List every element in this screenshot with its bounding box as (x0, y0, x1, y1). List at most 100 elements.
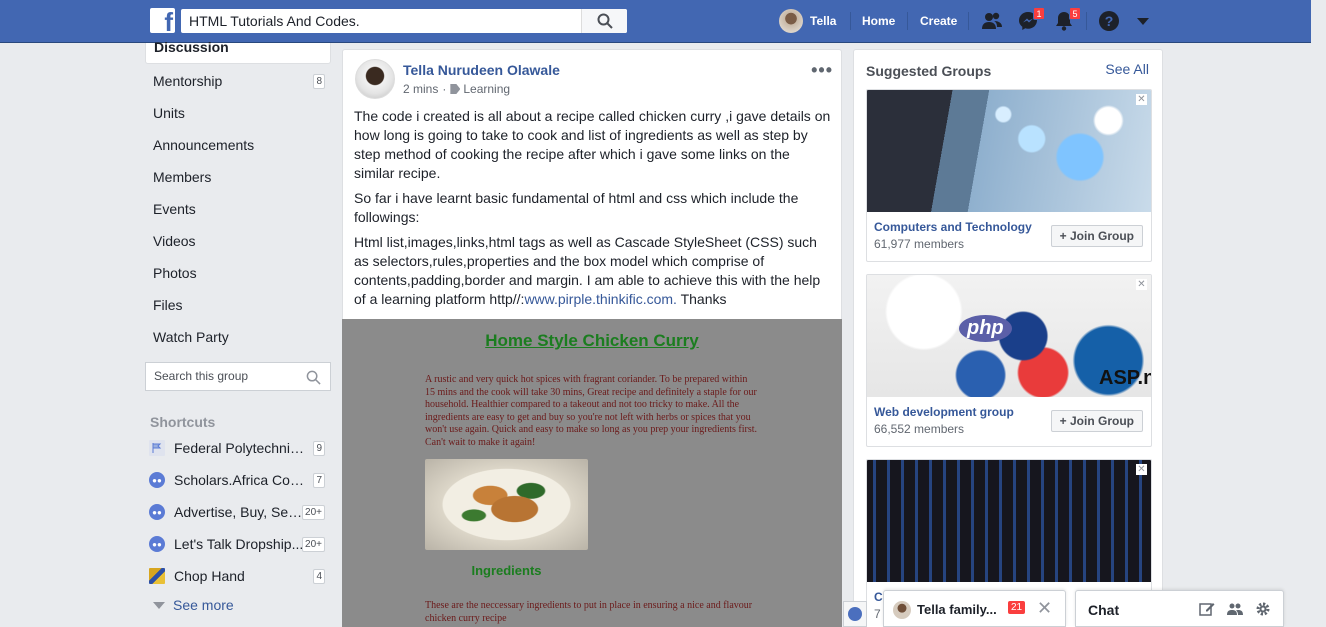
shortcut-label: Federal Polytechnic ... (174, 440, 304, 456)
join-group-button[interactable]: + Join Group (1050, 225, 1143, 247)
chat-tab[interactable]: Tella family... 21 ✕ (883, 590, 1066, 627)
group-card: ✕ Computers and Technology 61,977 member… (866, 89, 1152, 262)
friend-requests-icon[interactable] (981, 10, 1003, 32)
group-cover-image[interactable]: php ASP.ne ✕ (867, 275, 1151, 397)
home-link[interactable]: Home (862, 14, 895, 28)
avatar (893, 601, 911, 619)
shortcut-label: Chop Hand (174, 568, 245, 584)
shortcut-label: Scholars.Africa Com... (174, 472, 304, 488)
count-badge: 9 (313, 441, 325, 456)
search-input[interactable]: HTML Tutorials And Codes. (189, 13, 360, 29)
sidebar-item-events[interactable]: Events (145, 193, 331, 225)
php-logo: php (959, 315, 1012, 342)
post-paragraph: So far i have learnt basic fundamental o… (354, 190, 799, 225)
help-icon[interactable]: ? (1098, 10, 1120, 32)
group-name[interactable]: C (874, 590, 883, 604)
more-options-icon[interactable]: ••• (811, 60, 833, 81)
recipe-title[interactable]: Home Style Chicken Curry (342, 331, 842, 351)
sidebar-item-watch-party[interactable]: Watch Party (145, 321, 331, 353)
profile-link[interactable]: Tella (779, 9, 836, 33)
sidebar-item-label: Members (153, 169, 212, 185)
sidebar-item-announcements[interactable]: Announcements (145, 129, 331, 161)
count-badge: 20+ (302, 537, 325, 552)
notifications-icon[interactable]: 5 (1053, 7, 1081, 32)
messenger-icon[interactable]: 1 (1017, 7, 1045, 32)
svg-text:?: ? (1105, 13, 1114, 29)
sidebar-item-label: Files (153, 297, 183, 313)
chat-sidebar-bar[interactable]: Chat (1075, 590, 1284, 627)
group-cover-image[interactable]: ✕ (867, 90, 1151, 212)
ingredients-heading: Ingredients (471, 563, 542, 578)
post-body: The code i created is all about a recipe… (354, 107, 834, 315)
facebook-logo-icon[interactable]: f (150, 8, 175, 35)
shortcut-item[interactable]: ●● Let's Talk Dropship... 20+ (149, 533, 331, 555)
account-menu-chevron-icon[interactable] (1136, 10, 1158, 32)
post-time[interactable]: 2 mins (403, 82, 438, 96)
settings-gear-icon[interactable] (1255, 601, 1271, 617)
group-member-count: 66,552 members (874, 422, 965, 436)
sidebar-item-label: Watch Party (153, 329, 229, 345)
shortcut-item[interactable]: Chop Hand 4 (149, 565, 331, 587)
search-button[interactable] (581, 9, 627, 33)
sidebar-item-videos[interactable]: Videos (145, 225, 331, 257)
post-author[interactable]: Tella Nurudeen Olawale (403, 62, 560, 78)
unread-count-badge: 21 (1008, 601, 1026, 614)
close-icon[interactable]: ✕ (1037, 598, 1052, 619)
divider (907, 12, 908, 30)
notifications-badge: 5 (1069, 7, 1081, 20)
group-navigation: Discussion Mentorship 8 Units Announcemen… (145, 40, 331, 353)
meta-separator: · (442, 82, 447, 96)
sidebar-item-label: Events (153, 201, 196, 217)
new-message-icon[interactable] (1199, 601, 1215, 617)
create-link[interactable]: Create (920, 14, 957, 28)
author-avatar[interactable] (355, 59, 395, 99)
feed-post: Tella Nurudeen Olawale 2 mins · Learning… (342, 49, 842, 627)
sidebar-item-discussion[interactable]: Discussion (145, 40, 331, 64)
sidebar-item-members[interactable]: Members (145, 161, 331, 193)
group-icon: ●● (149, 504, 165, 520)
chat-tab-name: Tella family... (917, 602, 997, 617)
post-topic[interactable]: Learning (463, 82, 510, 96)
language-globe-icon[interactable] (843, 601, 867, 627)
see-all-link[interactable]: See All (1105, 61, 1149, 77)
count-badge: 8 (313, 74, 325, 89)
search-icon[interactable] (306, 370, 321, 385)
group-name[interactable]: Web development group (874, 405, 1014, 419)
group-card: php ASP.ne ✕ Web development group 66,55… (866, 274, 1152, 447)
close-icon[interactable]: ✕ (1136, 464, 1147, 475)
messages-badge: 1 (1033, 7, 1045, 20)
join-group-button[interactable]: + Join Group (1050, 410, 1143, 432)
recipe-intro: A rustic and very quick hot spices with … (425, 374, 758, 448)
count-badge: 20+ (302, 505, 325, 520)
close-icon[interactable]: ✕ (1136, 94, 1147, 105)
group-name[interactable]: Computers and Technology (874, 220, 1032, 234)
flag-icon (149, 440, 165, 456)
sidebar-item-units[interactable]: Units (145, 97, 331, 129)
divider (850, 12, 851, 30)
group-search-input[interactable] (154, 369, 304, 383)
top-navigation-bar: f HTML Tutorials And Codes. Tella Home C… (0, 0, 1311, 43)
shortcut-item[interactable]: ●● Scholars.Africa Com... 7 (149, 469, 331, 491)
close-icon[interactable]: ✕ (1136, 279, 1147, 290)
post-link[interactable]: www.pirple.thinkific.com. (524, 291, 677, 307)
chevron-down-icon (153, 601, 165, 609)
sidebar-item-mentorship[interactable]: Mentorship 8 (145, 65, 331, 97)
ingredients-text: These are the neccessary ingredients to … (425, 600, 753, 624)
sidebar-item-label: Photos (153, 265, 197, 281)
sidebar-item-files[interactable]: Files (145, 289, 331, 321)
see-more-label: See more (173, 597, 234, 613)
sidebar-item-photos[interactable]: Photos (145, 257, 331, 289)
see-more-link[interactable]: See more (153, 597, 234, 613)
shared-page-preview[interactable]: Home Style Chicken Curry A rustic and ve… (342, 319, 842, 627)
create-group-icon[interactable] (1227, 601, 1243, 617)
group-cover-image[interactable]: ✕ (867, 460, 1151, 582)
post-paragraph: Html list,images,links,html tags as well… (354, 233, 834, 309)
shortcut-item[interactable]: ●● Advertise, Buy, Sell... 20+ (149, 501, 331, 523)
post-text: Thanks (676, 291, 727, 307)
shortcut-item[interactable]: Federal Polytechnic ... 9 (149, 437, 331, 459)
sidebar-item-label: Mentorship (153, 73, 223, 89)
search-bar[interactable]: HTML Tutorials And Codes. (181, 9, 627, 33)
post-paragraph: The code i created is all about a recipe… (354, 108, 831, 181)
count-badge: 4 (313, 569, 325, 584)
group-search[interactable] (145, 362, 331, 391)
